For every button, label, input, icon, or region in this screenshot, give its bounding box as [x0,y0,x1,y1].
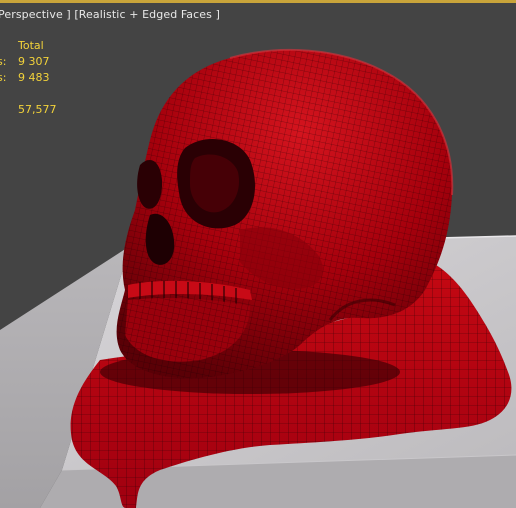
viewport-label[interactable]: Perspective ] [Realistic + Edged Faces ] [0,8,220,21]
stats-value: 9 483 [18,71,50,84]
viewport-label-text: Perspective ] [Realistic + Edged Faces ] [0,8,220,21]
stats-header: Total [18,39,44,52]
stats-label: : [0,102,1,118]
stats-value: 57,577 [18,103,57,116]
viewport-perspective[interactable]: Perspective ] [Realistic + Edged Faces ]… [0,0,516,508]
viewport-scene[interactable] [0,0,516,508]
stats-label: s: [0,71,7,84]
stats-label: s: [0,55,7,68]
stats-value: 9 307 [18,55,50,68]
